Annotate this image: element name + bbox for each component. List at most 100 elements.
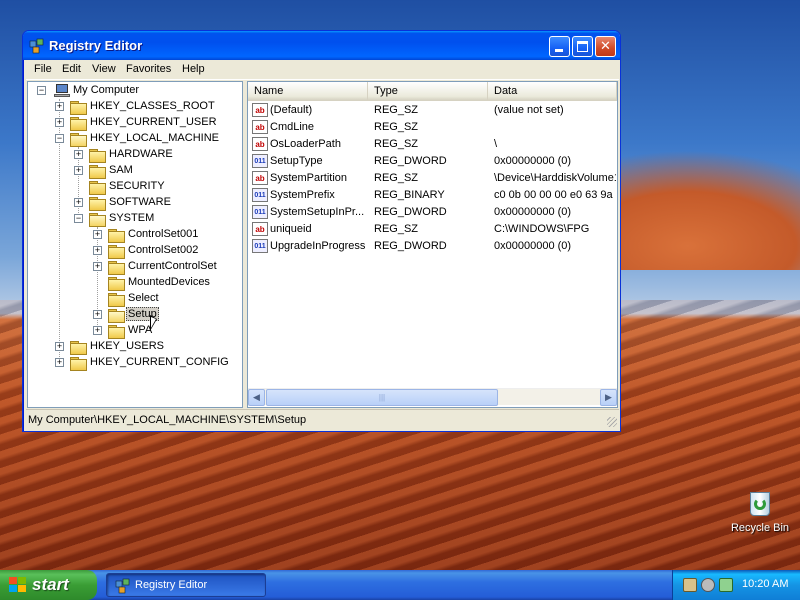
folder-icon (70, 357, 87, 371)
folder-icon (89, 181, 106, 195)
cell-data: C:\WINDOWS\FPG (494, 223, 590, 235)
folder-icon (89, 149, 106, 163)
tree-label: ControlSet001 (128, 228, 199, 240)
menu-help[interactable]: Help (179, 63, 208, 75)
table-row[interactable]: 011 SystemPrefix REG_BINARY c0 0b 00 00 00 … (248, 187, 617, 204)
expand-icon[interactable]: + (93, 246, 102, 255)
status-bar: My Computer\HKEY_LOCAL_MACHINE\SYSTEM\Se… (26, 409, 619, 429)
cell-name: CmdLine (270, 121, 315, 133)
folder-icon (89, 165, 106, 179)
registry-tree[interactable]: − My Computer + HKEY_CLASSES_ROOT + HKEY… (27, 81, 243, 408)
maximize-button[interactable] (572, 36, 593, 57)
table-row[interactable]: ab CmdLine REG_SZ (248, 119, 617, 136)
column-header-data[interactable]: Data (488, 82, 617, 101)
tray-safely-remove-icon[interactable] (719, 578, 733, 592)
expand-icon[interactable]: + (74, 166, 83, 175)
collapse-icon[interactable]: − (55, 134, 64, 143)
table-row[interactable]: 011 SystemSetupInPr... REG_DWORD 0x00000000… (248, 204, 617, 221)
recycle-bin-icon (746, 488, 774, 518)
expand-icon[interactable]: + (93, 262, 102, 271)
scroll-thumb[interactable]: ||| (266, 389, 498, 406)
folder-icon (108, 325, 125, 339)
cell-type: REG_SZ (374, 172, 419, 184)
clock[interactable]: 10:20 AM (742, 578, 788, 590)
expand-icon[interactable]: + (93, 230, 102, 239)
cell-name: OsLoaderPath (270, 138, 341, 150)
mouse-cursor-icon (150, 315, 157, 331)
expand-icon[interactable]: + (74, 198, 83, 207)
start-button[interactable]: start (0, 570, 97, 600)
scroll-right-button[interactable]: ▶ (600, 389, 617, 406)
cell-type: REG_SZ (374, 104, 419, 116)
tree-label: SYSTEM (109, 212, 155, 224)
expand-icon[interactable]: + (93, 326, 102, 335)
binary-value-icon: 011 (252, 239, 268, 253)
registry-editor-icon (115, 578, 130, 594)
table-row[interactable]: ab uniqueid REG_SZ C:\WINDOWS\FPG (248, 221, 617, 238)
menu-bar: File Edit View Favorites Help (26, 60, 619, 80)
resize-grip-icon[interactable] (607, 417, 617, 427)
expand-icon[interactable]: + (93, 310, 102, 319)
string-value-icon: ab (252, 222, 268, 236)
tree-label: CurrentControlSet (128, 260, 217, 272)
menu-file[interactable]: File (31, 63, 55, 75)
collapse-icon[interactable]: − (74, 214, 83, 223)
tree-label: MountedDevices (128, 276, 210, 288)
expand-icon[interactable]: + (55, 342, 64, 351)
folder-icon (70, 101, 87, 115)
close-button[interactable]: ✕ (595, 36, 616, 57)
taskbar-button-registry-editor[interactable]: Registry Editor (106, 573, 266, 597)
folder-open-icon (70, 133, 87, 147)
folder-icon (108, 245, 125, 259)
scroll-left-button[interactable]: ◀ (248, 389, 265, 406)
values-list[interactable]: Name Type Data ab (Default) REG_SZ (value n… (247, 81, 618, 408)
folder-open-icon (108, 309, 125, 323)
cell-type: REG_SZ (374, 121, 419, 133)
folder-open-icon (89, 213, 106, 227)
table-row[interactable]: ab OsLoaderPath REG_SZ \ (248, 136, 617, 153)
cell-name: (Default) (270, 104, 313, 116)
table-row[interactable]: ab SystemPartition REG_SZ \Device\HarddiskV… (248, 170, 617, 187)
cell-type: REG_BINARY (374, 189, 445, 201)
menu-edit[interactable]: Edit (59, 63, 84, 75)
cell-data: (value not set) (494, 104, 564, 116)
string-value-icon: ab (252, 103, 268, 117)
column-header-name[interactable]: Name (248, 82, 368, 101)
cell-type: REG_SZ (374, 223, 419, 235)
expand-icon[interactable]: + (55, 118, 64, 127)
registry-editor-window: Registry Editor ✕ File Edit View Favorit… (22, 30, 621, 432)
cell-name: UpgradeInProgress (270, 240, 366, 252)
collapse-icon[interactable]: − (37, 86, 46, 95)
column-header-type[interactable]: Type (368, 82, 488, 101)
table-row[interactable]: 011 SetupType REG_DWORD 0x00000000 (0) (248, 153, 617, 170)
window-title: Registry Editor (49, 38, 143, 53)
menu-view[interactable]: View (89, 63, 119, 75)
tree-label: HKEY_CURRENT_USER (90, 116, 217, 128)
menu-favorites[interactable]: Favorites (123, 63, 174, 75)
computer-icon (54, 84, 70, 98)
horizontal-scrollbar[interactable]: ◀ ||| ▶ (248, 388, 617, 406)
recycle-bin-desktop-icon[interactable]: Recycle Bin (726, 488, 794, 534)
cell-name: SystemPartition (270, 172, 348, 184)
expand-icon[interactable]: + (74, 150, 83, 159)
table-row[interactable]: ab (Default) REG_SZ (value not set) (248, 102, 617, 119)
expand-icon[interactable]: + (55, 358, 64, 367)
taskbar: start Registry Editor 10:20 AM (0, 570, 800, 600)
table-row[interactable]: 011 UpgradeInProgress REG_DWORD 0x00000000 … (248, 238, 617, 255)
tray-volume-icon[interactable] (701, 578, 715, 592)
list-header: Name Type Data (248, 82, 617, 101)
title-bar[interactable]: Registry Editor ✕ (23, 31, 620, 60)
string-value-icon: ab (252, 137, 268, 151)
tray-network-icon[interactable] (683, 578, 697, 592)
binary-value-icon: 011 (252, 188, 268, 202)
string-value-icon: ab (252, 120, 268, 134)
cell-name: SetupType (270, 155, 323, 167)
binary-value-icon: 011 (252, 154, 268, 168)
tree-label: HKEY_CLASSES_ROOT (90, 100, 215, 112)
cell-name: SystemPrefix (270, 189, 335, 201)
windows-flag-icon (9, 577, 27, 593)
minimize-button[interactable] (549, 36, 570, 57)
tree-label: HKEY_LOCAL_MACHINE (90, 132, 219, 144)
expand-icon[interactable]: + (55, 102, 64, 111)
tree-label: My Computer (73, 84, 140, 96)
